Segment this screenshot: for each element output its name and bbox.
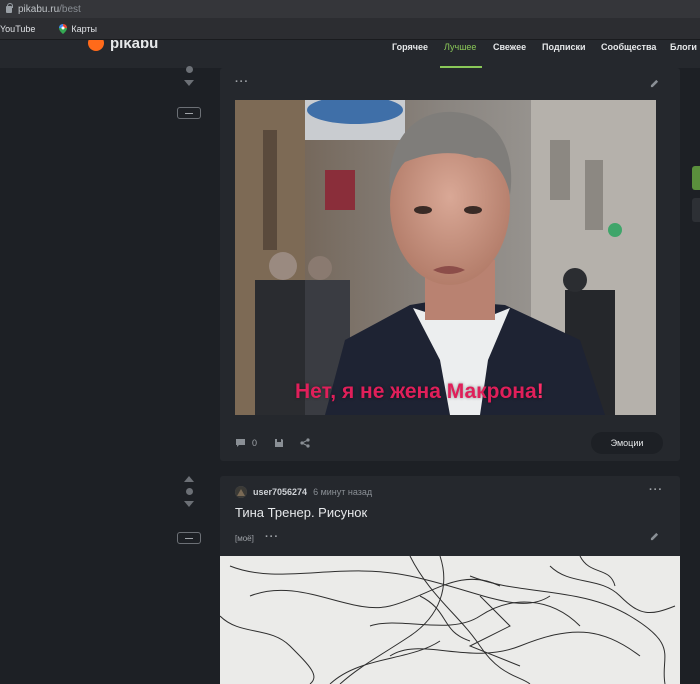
edit-icon[interactable] [650,532,659,541]
edit-icon[interactable] [650,79,659,88]
post-title[interactable]: Тина Тренер. Рисунок [235,505,367,520]
comment-icon[interactable] [235,438,246,448]
url-domain: pikabu.ru [18,3,60,15]
pikabu-logo[interactable]: pikabu [88,40,158,52]
vote-down-icon[interactable] [184,501,194,507]
photo-illustration [235,100,656,415]
maps-pin-icon [59,23,68,34]
logo-mark [88,40,104,51]
site-header: pikabu Горячее Лучшее Свежее Подписки Со… [0,40,700,68]
url-path: /best [59,3,81,15]
more-tags-icon[interactable]: ··· [265,531,279,543]
nav-best[interactable]: Лучшее [444,42,476,52]
post-card: user7056274 6 минут назад ··· Тина Трене… [220,476,680,684]
avatar[interactable] [235,486,247,498]
post-image[interactable] [220,556,680,684]
author-name[interactable]: user7056274 [253,487,307,497]
rating-dot [185,488,193,495]
rating-dot [185,66,193,73]
nav-blogs[interactable]: Блоги [670,42,697,52]
post-tag[interactable]: [моё] [235,534,254,543]
sidebar-action-button[interactable] [692,166,700,190]
address-bar[interactable]: pikabu.ru/best [0,0,700,18]
nav-communities[interactable]: Сообщества [601,42,656,52]
save-icon[interactable] [274,438,284,448]
caption-bang: ! [536,380,544,403]
vote-down-icon[interactable] [184,80,194,86]
bookmark-label: Карты [71,23,98,34]
emotions-button[interactable]: Эмоции [591,432,663,454]
share-icon[interactable] [300,438,310,448]
caption-text: Нет, я не жена Макрона [295,380,537,403]
bookmark-youtube[interactable]: YouTube [0,24,35,34]
nav-subscriptions[interactable]: Подписки [542,42,586,52]
left-column [0,68,218,684]
comments-count[interactable]: 0 [252,438,257,448]
logo-text: pikabu [110,40,159,52]
post-image[interactable]: Нет, я не жена Макрона! [235,100,656,415]
minus-icon [185,112,193,114]
post-author: user7056274 6 минут назад [235,486,372,498]
lock-icon [6,2,13,13]
nav-fresh[interactable]: Свежее [493,42,526,52]
vote-up-icon[interactable] [184,476,194,482]
sketch-illustration [220,556,676,684]
minus-icon [185,537,193,539]
bookmark-maps[interactable]: Карты [49,23,98,34]
more-icon[interactable]: ··· [235,76,249,88]
image-caption: Нет, я не жена Макрона! [295,380,544,404]
post-time: 6 минут назад [313,487,373,497]
bookmark-label: YouTube [0,23,36,34]
post1-collapse-button[interactable] [177,107,201,119]
right-sidebar [692,68,700,684]
post-actions: 0 [235,438,310,448]
post2-vote [183,476,195,507]
post1-vote [183,66,195,86]
post2-collapse-button[interactable] [177,532,201,544]
post-card: ··· Нет, я не жена Макрона! 0 Эмоции [220,68,680,461]
sidebar-secondary-button[interactable] [692,198,700,222]
nav-hot[interactable]: Горячее [392,42,428,52]
bookmarks-bar: YouTube Карты [0,18,700,40]
more-icon[interactable]: ··· [649,484,663,496]
